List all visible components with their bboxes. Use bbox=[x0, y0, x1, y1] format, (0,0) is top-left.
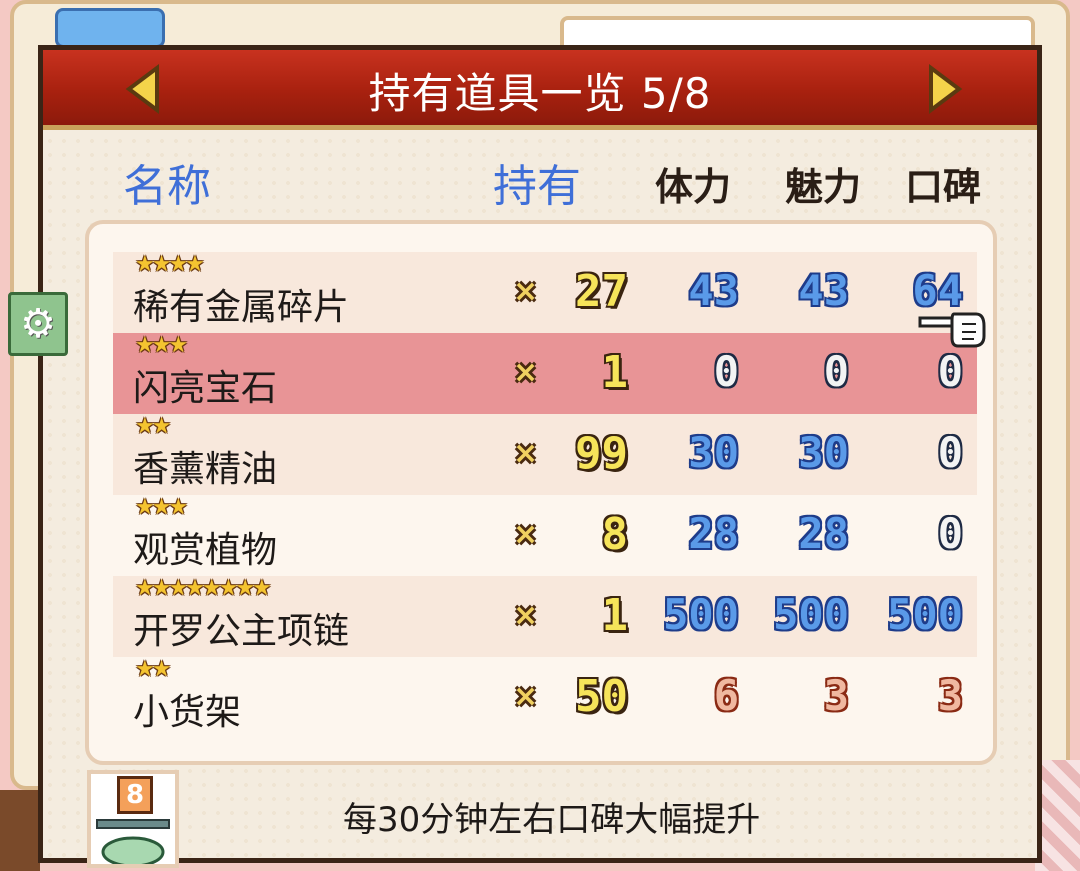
rarity-stars: ★★ bbox=[135, 414, 171, 439]
list-item[interactable]: ★★★★ 稀有金属碎片 × 27 43 43 64 bbox=[113, 252, 977, 333]
qty-value: 8 bbox=[601, 508, 629, 560]
header-owned[interactable]: 持有 bbox=[493, 150, 581, 214]
list-item[interactable]: ★★★★★★★★ 开罗公主项链 × 1 500 500 500 bbox=[113, 576, 977, 657]
qty-prefix: × bbox=[513, 354, 539, 390]
qty-value: 1 bbox=[601, 589, 629, 641]
item-list-dialog: 持有道具一览 5/8 名称 持有 体力 魅力 口碑 ★★★★ 稀有金属碎片 × 2… bbox=[38, 45, 1042, 868]
item-name: 闪亮宝石 bbox=[133, 368, 278, 409]
shelf-icon bbox=[96, 819, 170, 864]
rarity-stars: ★★★ bbox=[135, 333, 188, 358]
background-decor bbox=[0, 790, 40, 871]
charm-value: 0 bbox=[823, 347, 849, 396]
charm-value: 30 bbox=[798, 428, 849, 477]
title-bar: 持有道具一览 5/8 bbox=[43, 50, 1037, 130]
qty-value: 27 bbox=[575, 265, 628, 317]
qty-value: 99 bbox=[575, 427, 628, 479]
reputation-value: 0 bbox=[937, 428, 963, 477]
item-name: 香薰精油 bbox=[133, 449, 278, 490]
column-headers: 名称 持有 体力 魅力 口碑 bbox=[43, 150, 1037, 212]
rarity-stars: ★★★ bbox=[135, 495, 188, 520]
list-item-selected[interactable]: ★★★ 闪亮宝石 × 1 0 0 0 bbox=[113, 333, 977, 414]
rarity-stars: ★★★★ bbox=[135, 252, 205, 277]
gear-icon[interactable]: ⚙ bbox=[8, 292, 68, 356]
item-thumbnail: 8 bbox=[87, 770, 179, 868]
list-item[interactable]: ★★ 小货架 × 50 6 3 3 bbox=[113, 657, 977, 738]
qty-prefix: × bbox=[513, 678, 539, 714]
rarity-stars: ★★ bbox=[135, 657, 171, 682]
charm-value: 28 bbox=[798, 509, 849, 558]
qty-value: 1 bbox=[601, 346, 629, 398]
charm-value: 500 bbox=[773, 590, 849, 639]
stamina-value: 0 bbox=[713, 347, 739, 396]
arrow-right-icon[interactable] bbox=[925, 64, 965, 114]
charm-value: 3 bbox=[823, 671, 849, 720]
reputation-value: 500 bbox=[887, 590, 963, 639]
reputation-value: 0 bbox=[937, 347, 963, 396]
pointing-hand-icon bbox=[918, 312, 986, 348]
qty-prefix: × bbox=[513, 516, 539, 552]
qty-prefix: × bbox=[513, 597, 539, 633]
item-name: 观赏植物 bbox=[133, 530, 278, 571]
header-stamina[interactable]: 体力 bbox=[655, 156, 731, 211]
stamina-value: 30 bbox=[688, 428, 739, 477]
item-description: 每30分钟左右口碑大幅提升 bbox=[343, 800, 761, 840]
stamina-value: 6 bbox=[713, 671, 739, 720]
stamina-value: 43 bbox=[688, 266, 739, 315]
item-quantity: × 99 bbox=[513, 427, 628, 479]
header-charm[interactable]: 魅力 bbox=[785, 156, 861, 211]
item-quantity: × 8 bbox=[513, 508, 629, 560]
reputation-value: 0 bbox=[937, 509, 963, 558]
stamina-value: 500 bbox=[663, 590, 739, 639]
item-badge: 8 bbox=[117, 776, 153, 814]
item-name: 开罗公主项链 bbox=[133, 611, 350, 652]
charm-value: 43 bbox=[798, 266, 849, 315]
dialog-title: 持有道具一览 5/8 bbox=[368, 69, 712, 118]
header-name[interactable]: 名称 bbox=[123, 150, 211, 214]
item-quantity: × 27 bbox=[513, 265, 628, 317]
background-icon bbox=[55, 8, 165, 48]
rarity-stars: ★★★★★★★★ bbox=[135, 576, 272, 601]
list-item[interactable]: ★★ 香薰精油 × 99 30 30 0 bbox=[113, 414, 977, 495]
item-name: 稀有金属碎片 bbox=[133, 287, 350, 328]
item-list: ★★★★ 稀有金属碎片 × 27 43 43 64 ★★★ 闪亮宝石 × 1 0 0… bbox=[85, 220, 997, 765]
item-name: 小货架 bbox=[133, 692, 242, 733]
qty-prefix: × bbox=[513, 435, 539, 471]
qty-value: 50 bbox=[575, 670, 628, 722]
list-item[interactable]: ★★★ 观赏植物 × 8 28 28 0 bbox=[113, 495, 977, 576]
item-quantity: × 1 bbox=[513, 589, 629, 641]
qty-prefix: × bbox=[513, 273, 539, 309]
item-quantity: × 50 bbox=[513, 670, 628, 722]
reputation-value: 3 bbox=[937, 671, 963, 720]
item-quantity: × 1 bbox=[513, 346, 629, 398]
stamina-value: 28 bbox=[688, 509, 739, 558]
header-reputation[interactable]: 口碑 bbox=[905, 156, 981, 211]
